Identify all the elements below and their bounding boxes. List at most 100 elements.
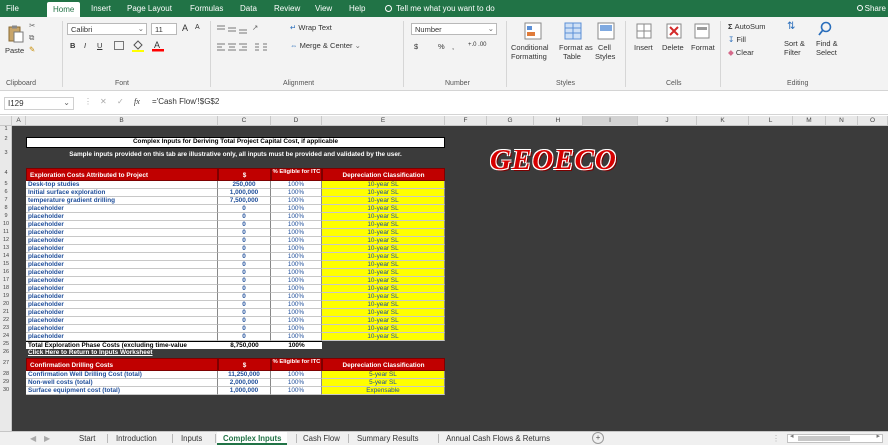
col-header-e[interactable]: E — [322, 116, 445, 126]
sheet-tab-inputs[interactable]: Inputs — [181, 432, 202, 445]
italic-button[interactable]: I — [84, 41, 86, 50]
insert-label[interactable]: Insert — [634, 43, 653, 52]
orientation-icon[interactable]: ↗ — [252, 23, 258, 32]
comma-button[interactable]: , — [452, 42, 454, 51]
exploration-row-dep[interactable]: 10-year SL — [322, 205, 445, 213]
exploration-row-label[interactable]: placeholder — [26, 205, 218, 213]
col-header-n[interactable]: N — [826, 116, 858, 126]
tell-me-search[interactable]: Tell me what you want to do — [385, 0, 495, 17]
tab-formulas[interactable]: Formulas — [190, 0, 223, 17]
exploration-row-label[interactable]: placeholder — [26, 213, 218, 221]
exploration-row-dep[interactable]: 10-year SL — [322, 285, 445, 293]
font-size-dropdown[interactable]: 11 — [151, 23, 177, 35]
vertical-align-icons[interactable] — [216, 24, 248, 34]
exploration-row-label[interactable]: placeholder — [26, 277, 218, 285]
exploration-row-dep[interactable]: 10-year SL — [322, 293, 445, 301]
col-header-d[interactable]: D — [271, 116, 322, 126]
exploration-row-label[interactable]: placeholder — [26, 301, 218, 309]
exploration-row-amount[interactable]: 0 — [218, 301, 271, 309]
exploration-row-amount[interactable]: 0 — [218, 293, 271, 301]
exploration-row-label[interactable]: placeholder — [26, 245, 218, 253]
font-color-icon[interactable]: A — [152, 39, 164, 52]
paste-label[interactable]: Paste — [5, 46, 24, 55]
row-header-26[interactable]: 26 — [0, 349, 12, 355]
exploration-header-amount[interactable]: $ — [218, 168, 271, 181]
col-header-g[interactable]: G — [487, 116, 534, 126]
confirmation-row-label[interactable]: Surface equipment cost (total) — [26, 387, 218, 395]
exploration-header-dep[interactable]: Depreciation Classification — [322, 168, 445, 181]
confirmation-row-label[interactable]: Confirmation Well Drilling Cost (total) — [26, 371, 218, 379]
format-painter-icon[interactable]: ✎ — [29, 45, 35, 54]
tab-data[interactable]: Data — [240, 0, 257, 17]
select-label[interactable]: Select — [816, 48, 837, 57]
confirmation-row-pct[interactable]: 100% — [271, 371, 322, 379]
sort-filter-icon[interactable]: ⇅ — [787, 21, 795, 32]
col-header-b[interactable]: B — [26, 116, 218, 126]
exploration-row-pct[interactable]: 100% — [271, 309, 322, 317]
exploration-row-dep[interactable]: 10-year SL — [322, 277, 445, 285]
tab-help[interactable]: Help — [349, 0, 365, 17]
decimal-buttons[interactable]: +.0 .00 — [468, 42, 487, 48]
row-header-17[interactable]: 17 — [0, 277, 12, 283]
exploration-row-amount[interactable]: 0 — [218, 221, 271, 229]
exploration-row-pct[interactable]: 100% — [271, 197, 322, 205]
confirmation-row-pct[interactable]: 100% — [271, 379, 322, 387]
format-as-table-icon[interactable] — [564, 22, 582, 40]
exploration-row-amount[interactable]: 250,000 — [218, 181, 271, 189]
col-header-h[interactable]: H — [534, 116, 583, 126]
col-header-l[interactable]: L — [749, 116, 793, 126]
wrap-text-button[interactable]: ↵ Wrap Text — [290, 23, 332, 32]
exploration-row-dep[interactable]: 10-year SL — [322, 333, 445, 341]
confirmation-header-dep[interactable]: Depreciation Classification — [322, 358, 445, 371]
exploration-total-label[interactable]: Total Exploration Phase Costs (excluding… — [26, 341, 218, 349]
formula-input[interactable]: ='Cash Flow'!$G$2 — [152, 97, 219, 106]
scroll-right-icon[interactable]: ▸ — [876, 432, 880, 440]
exploration-row-pct[interactable]: 100% — [271, 213, 322, 221]
row-header-10[interactable]: 10 — [0, 221, 12, 227]
exploration-row-pct[interactable]: 100% — [271, 317, 322, 325]
exploration-row-amount[interactable]: 0 — [218, 333, 271, 341]
exploration-row-amount[interactable]: 0 — [218, 213, 271, 221]
row-header-4[interactable]: 4 — [0, 170, 12, 176]
exploration-row-pct[interactable]: 100% — [271, 261, 322, 269]
exploration-row-dep[interactable]: 10-year SL — [322, 309, 445, 317]
exploration-row-pct[interactable]: 100% — [271, 333, 322, 341]
exploration-row-amount[interactable]: 0 — [218, 309, 271, 317]
exploration-row-dep[interactable]: 10-year SL — [322, 197, 445, 205]
row-header-25[interactable]: 25 — [0, 341, 12, 347]
exploration-row-pct[interactable]: 100% — [271, 269, 322, 277]
sheet-tab-start[interactable]: Start — [79, 432, 95, 445]
sheet-tab-cash-flow[interactable]: Cash Flow — [303, 432, 340, 445]
indent-icons[interactable] — [252, 42, 268, 52]
exploration-row-amount[interactable]: 1,000,000 — [218, 189, 271, 197]
bold-button[interactable]: B — [70, 41, 75, 50]
confirmation-row-dep[interactable]: 5-year SL — [322, 371, 445, 379]
exploration-row-label[interactable]: placeholder — [26, 261, 218, 269]
number-format-dropdown[interactable]: Number ⌄ — [411, 23, 497, 35]
exploration-row-amount[interactable]: 0 — [218, 253, 271, 261]
sheet-tab-summary-results[interactable]: Summary Results — [357, 432, 419, 445]
row-header-3[interactable]: 3 — [0, 150, 12, 156]
row-header-1[interactable]: 1 — [0, 126, 12, 132]
exploration-row-label[interactable]: placeholder — [26, 325, 218, 333]
row-header-2[interactable]: 2 — [0, 136, 12, 142]
exploration-row-amount[interactable]: 0 — [218, 325, 271, 333]
exploration-row-label[interactable]: placeholder — [26, 221, 218, 229]
exploration-header-label[interactable]: Exploration Costs Attributed to Project — [26, 168, 218, 181]
exploration-row-pct[interactable]: 100% — [271, 277, 322, 285]
row-header-12[interactable]: 12 — [0, 237, 12, 243]
tab-view[interactable]: View — [315, 0, 332, 17]
row-header-29[interactable]: 29 — [0, 379, 12, 385]
horizontal-align-icons[interactable] — [216, 42, 248, 52]
row-header-19[interactable]: 19 — [0, 293, 12, 299]
exploration-row-label[interactable]: Desk-top studies — [26, 181, 218, 189]
row-header-16[interactable]: 16 — [0, 269, 12, 275]
tab-page-layout[interactable]: Page Layout — [127, 0, 172, 17]
tab-home[interactable]: Home — [47, 2, 81, 17]
formatting-label[interactable]: Formatting — [511, 52, 547, 61]
confirmation-row-dep[interactable]: 5-year SL — [322, 379, 445, 387]
function-icon[interactable]: fx — [134, 97, 140, 106]
currency-button[interactable]: $ — [414, 42, 418, 51]
confirmation-row-amount[interactable]: 11,250,000 — [218, 371, 271, 379]
exploration-row-label[interactable]: placeholder — [26, 237, 218, 245]
